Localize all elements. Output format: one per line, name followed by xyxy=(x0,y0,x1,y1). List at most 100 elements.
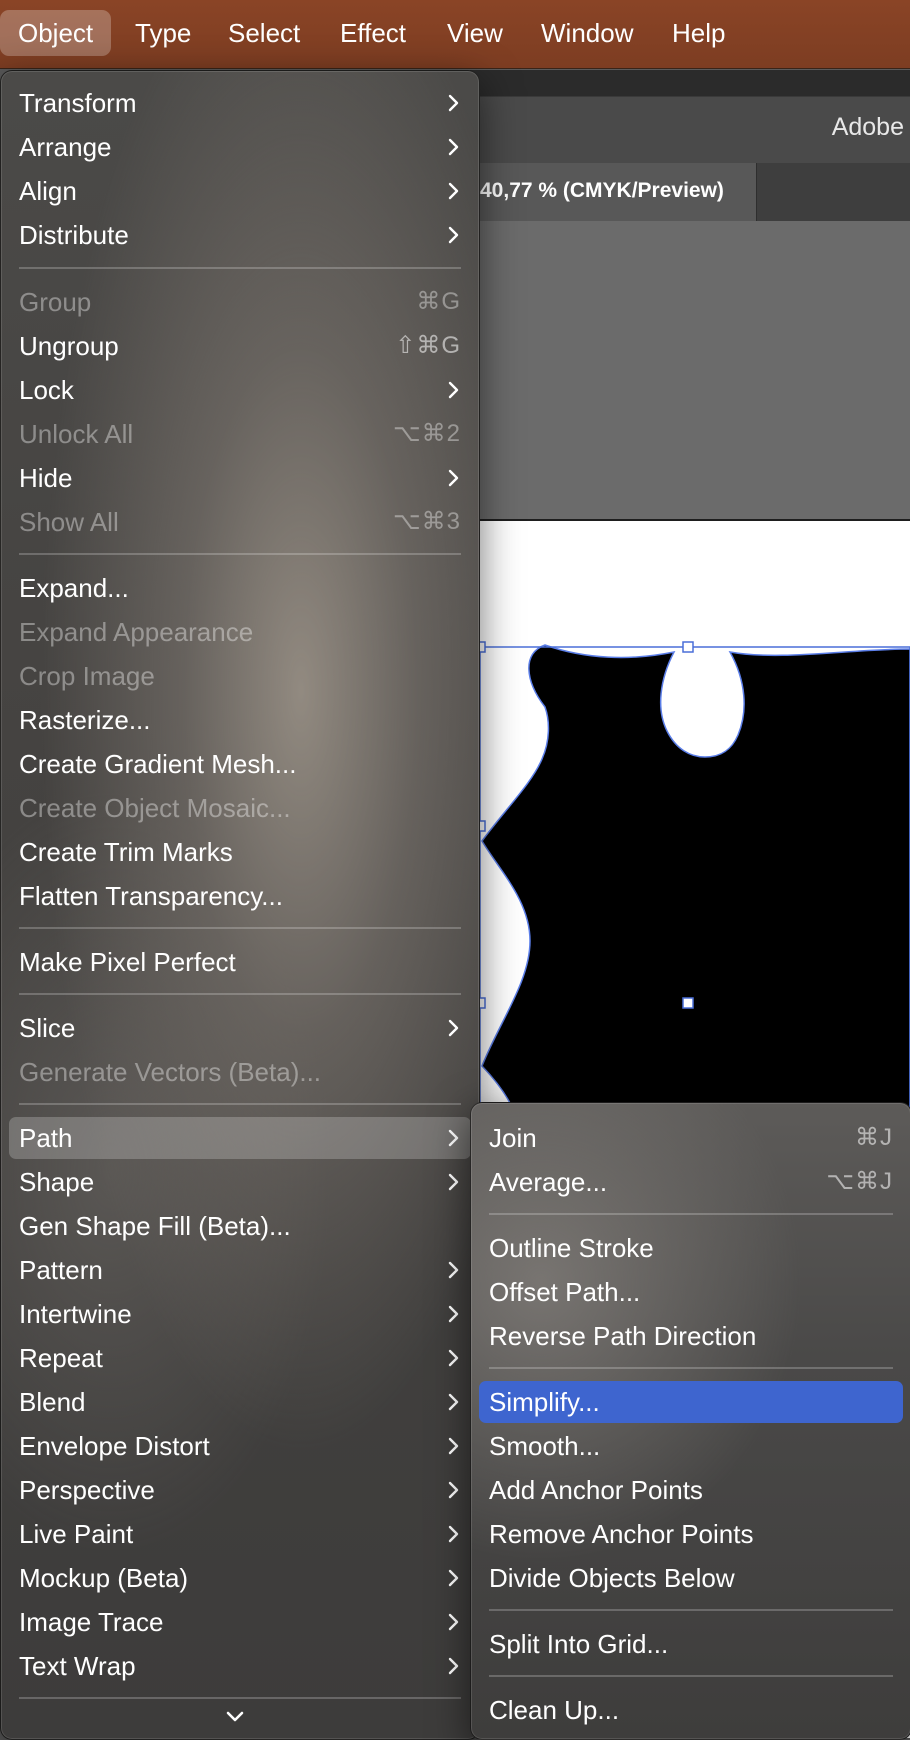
menu-item-create-trim-marks[interactable]: Create Trim Marks xyxy=(9,831,471,873)
menu-item-reverse-path-direction[interactable]: Reverse Path Direction xyxy=(479,1315,903,1357)
menu-item-align[interactable]: Align xyxy=(9,170,471,212)
menu-item-add-anchor-points[interactable]: Add Anchor Points xyxy=(479,1469,903,1511)
menu-item-label: Align xyxy=(19,176,77,206)
menu-item-split-into-grid[interactable]: Split Into Grid... xyxy=(479,1623,903,1665)
menu-item-label: Simplify... xyxy=(489,1387,600,1417)
menu-item-outline-stroke[interactable]: Outline Stroke xyxy=(479,1227,903,1269)
menu-item-label: Offset Path... xyxy=(489,1277,641,1307)
menu-item-slice[interactable]: Slice xyxy=(9,1007,471,1049)
menu-item-label: Mockup (Beta) xyxy=(19,1563,189,1593)
menu-item-perspective[interactable]: Perspective xyxy=(9,1469,471,1511)
menu-item-label: Outline Stroke xyxy=(489,1233,654,1263)
menu-item-make-pixel-perfect[interactable]: Make Pixel Perfect xyxy=(9,941,471,983)
menu-separator xyxy=(489,1367,893,1369)
chevron-right-icon xyxy=(448,1173,459,1191)
menu-item-show-all[interactable]: Show All ⌥⌘3 xyxy=(9,501,471,543)
menu-item-text-wrap[interactable]: Text Wrap xyxy=(9,1645,471,1687)
menu-item-offset-path[interactable]: Offset Path... xyxy=(479,1271,903,1313)
menu-item-label: Repeat xyxy=(19,1343,103,1373)
menu-item-average[interactable]: Average... ⌥⌘J xyxy=(479,1161,903,1203)
menu-item-label: Envelope Distort xyxy=(19,1431,210,1461)
chevron-down-icon[interactable] xyxy=(223,1709,247,1725)
menu-view[interactable]: View xyxy=(429,10,521,56)
menu-object[interactable]: Object xyxy=(0,10,112,56)
menu-item-label: Smooth... xyxy=(489,1431,601,1461)
chevron-right-icon xyxy=(448,381,459,399)
resize-handle-top-center[interactable] xyxy=(682,641,694,653)
menu-item-join[interactable]: Join ⌘J xyxy=(479,1117,903,1159)
menu-help[interactable]: Help xyxy=(654,10,743,56)
menu-item-pattern[interactable]: Pattern xyxy=(9,1249,471,1291)
menu-item-label: Ungroup xyxy=(19,331,119,361)
menu-item-label: Rasterize... xyxy=(19,705,151,735)
menu-item-expand[interactable]: Expand... xyxy=(9,567,471,609)
menu-item-distribute[interactable]: Distribute xyxy=(9,214,471,256)
menu-item-label: Flatten Transparency... xyxy=(19,881,283,911)
resize-handle-bottom-center[interactable] xyxy=(682,997,694,1009)
menu-item-remove-anchor-points[interactable]: Remove Anchor Points xyxy=(479,1513,903,1555)
menu-item-generate-vectors[interactable]: Generate Vectors (Beta)... xyxy=(9,1051,471,1093)
menu-item-hide[interactable]: Hide xyxy=(9,457,471,499)
chevron-right-icon xyxy=(448,1657,459,1675)
menu-item-crop-image[interactable]: Crop Image xyxy=(9,655,471,697)
menu-item-arrange[interactable]: Arrange xyxy=(9,126,471,168)
chevron-right-icon xyxy=(448,1569,459,1587)
menu-item-gen-shape-fill[interactable]: Gen Shape Fill (Beta)... xyxy=(9,1205,471,1247)
menu-item-label: Live Paint xyxy=(19,1519,134,1549)
menu-item-ungroup[interactable]: Ungroup ⇧⌘G xyxy=(9,325,471,367)
menu-separator xyxy=(19,1697,461,1699)
menu-item-image-trace[interactable]: Image Trace xyxy=(9,1601,471,1643)
menu-item-label: Blend xyxy=(19,1387,86,1417)
menu-item-repeat[interactable]: Repeat xyxy=(9,1337,471,1379)
menu-item-live-paint[interactable]: Live Paint xyxy=(9,1513,471,1555)
menu-select[interactable]: Select xyxy=(210,10,318,56)
menu-window[interactable]: Window xyxy=(523,10,651,56)
menu-item-label: Clean Up... xyxy=(489,1695,620,1725)
menu-item-label: Average... xyxy=(489,1167,608,1197)
menu-item-divide-objects-below[interactable]: Divide Objects Below xyxy=(479,1557,903,1599)
menu-item-expand-appearance[interactable]: Expand Appearance xyxy=(9,611,471,653)
menu-separator xyxy=(489,1675,893,1677)
menu-item-unlock-all[interactable]: Unlock All ⌥⌘2 xyxy=(9,413,471,455)
menu-item-label: Generate Vectors (Beta)... xyxy=(19,1057,322,1087)
menu-item-smooth[interactable]: Smooth... xyxy=(479,1425,903,1467)
chevron-right-icon xyxy=(448,469,459,487)
menu-item-lock[interactable]: Lock xyxy=(9,369,471,411)
menu-item-label: Expand Appearance xyxy=(19,617,254,647)
chevron-right-icon xyxy=(448,182,459,200)
menu-item-create-object-mosaic[interactable]: Create Object Mosaic... xyxy=(9,787,471,829)
menu-item-create-gradient-mesh[interactable]: Create Gradient Mesh... xyxy=(9,743,471,785)
menu-item-simplify[interactable]: Simplify... xyxy=(479,1381,903,1423)
menu-item-label: Intertwine xyxy=(19,1299,132,1329)
menu-separator xyxy=(19,993,461,995)
menu-item-clean-up[interactable]: Clean Up... xyxy=(479,1689,903,1731)
menu-item-label: Divide Objects Below xyxy=(489,1563,735,1593)
chevron-right-icon xyxy=(448,1525,459,1543)
menu-item-path[interactable]: Path xyxy=(9,1117,471,1159)
chevron-right-icon xyxy=(448,1129,459,1147)
menu-item-label: Text Wrap xyxy=(19,1651,136,1681)
document-tab[interactable]: 40,77 % (CMYK/Preview) xyxy=(470,163,757,221)
menu-item-intertwine[interactable]: Intertwine xyxy=(9,1293,471,1335)
menu-type[interactable]: Type xyxy=(117,10,209,56)
menu-item-group[interactable]: Group ⌘G xyxy=(9,281,471,323)
menu-bar: Object Type Select Effect View Window He… xyxy=(0,0,910,69)
menu-item-shortcut: ⌘G xyxy=(416,288,461,315)
menu-separator xyxy=(19,553,461,555)
pasteboard[interactable] xyxy=(470,221,910,521)
menu-item-transform[interactable]: Transform xyxy=(9,82,471,124)
menu-effect[interactable]: Effect xyxy=(322,10,424,56)
chevron-right-icon xyxy=(448,1393,459,1411)
menu-item-label: Reverse Path Direction xyxy=(489,1321,757,1351)
menu-item-shape[interactable]: Shape xyxy=(9,1161,471,1203)
chevron-right-icon xyxy=(448,1349,459,1367)
menu-item-flatten-transparency[interactable]: Flatten Transparency... xyxy=(9,875,471,917)
menu-item-blend[interactable]: Blend xyxy=(9,1381,471,1423)
menu-item-envelope-distort[interactable]: Envelope Distort xyxy=(9,1425,471,1467)
menu-item-mockup[interactable]: Mockup (Beta) xyxy=(9,1557,471,1599)
menu-item-label: Expand... xyxy=(19,573,129,603)
menu-item-label: Lock xyxy=(19,375,74,405)
path-submenu: Join ⌘J Average... ⌥⌘J Outline Stroke Offs… xyxy=(470,1102,910,1740)
chevron-right-icon xyxy=(448,1437,459,1455)
menu-item-rasterize[interactable]: Rasterize... xyxy=(9,699,471,741)
